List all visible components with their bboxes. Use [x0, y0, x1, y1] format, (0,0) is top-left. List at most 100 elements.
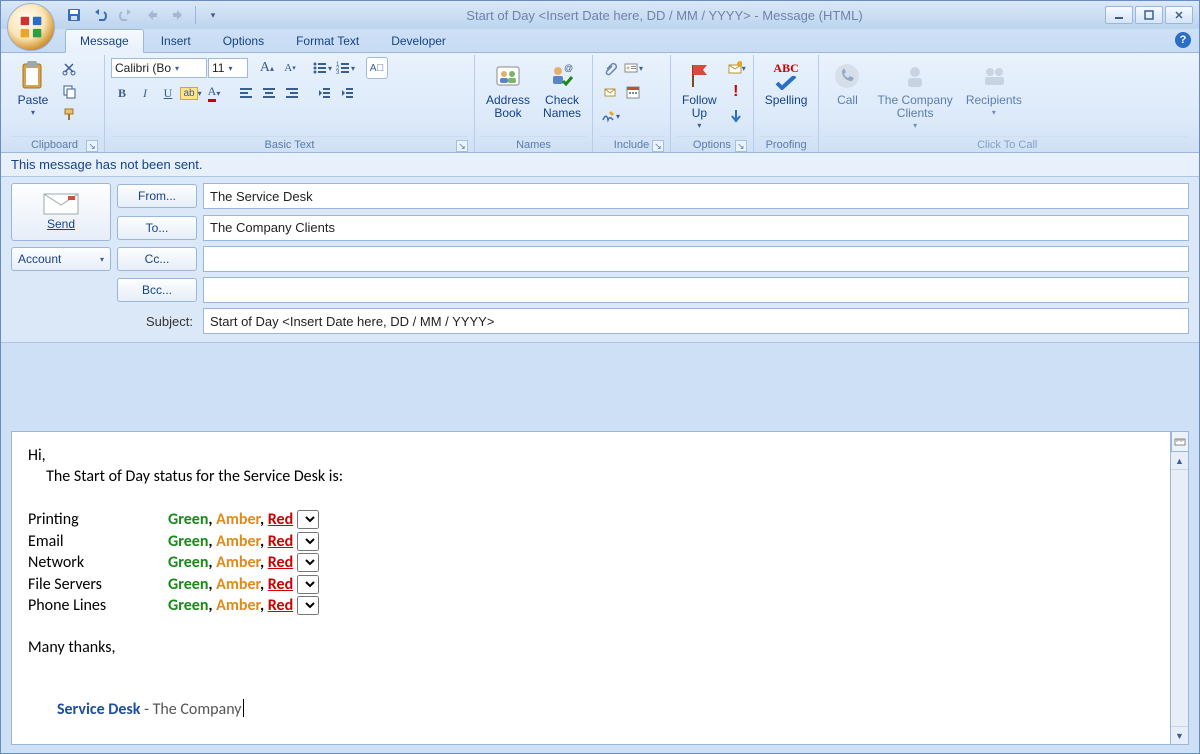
- group-label-basic-text: Basic Text ↘: [111, 136, 468, 152]
- high-importance-icon[interactable]: !: [725, 81, 747, 103]
- rag-label: Email: [28, 531, 168, 553]
- clear-formatting-icon[interactable]: A⃠: [366, 57, 388, 79]
- tab-message[interactable]: Message: [65, 29, 144, 53]
- group-proofing: ABC Spelling Proofing: [754, 55, 820, 152]
- follow-up-button[interactable]: Follow Up ▾: [677, 57, 722, 134]
- address-book-button[interactable]: Address Book: [481, 57, 535, 123]
- tab-options[interactable]: Options: [208, 29, 279, 52]
- cc-field[interactable]: [203, 246, 1189, 272]
- save-icon[interactable]: [63, 4, 85, 26]
- grow-font-icon[interactable]: A▴: [256, 57, 278, 79]
- check-names-icon: @: [546, 60, 578, 92]
- low-importance-icon[interactable]: [725, 105, 747, 127]
- attach-item-icon[interactable]: [599, 81, 621, 103]
- group-label-click-to-call: Click To Call: [825, 136, 1189, 152]
- send-label: Send: [47, 217, 75, 231]
- account-button[interactable]: Account▾: [11, 247, 111, 271]
- italic-button[interactable]: I: [134, 82, 156, 104]
- options-dialog-launcher[interactable]: ↘: [735, 140, 747, 152]
- rag-label: File Servers: [28, 574, 168, 596]
- title-bar: ▾ Start of Day <Insert Date here, DD / M…: [1, 1, 1199, 29]
- numbering-icon[interactable]: 123▾: [334, 57, 356, 79]
- font-color-button[interactable]: A▾: [203, 82, 225, 104]
- bold-button[interactable]: B: [111, 82, 133, 104]
- cc-button[interactable]: Cc...: [117, 247, 197, 271]
- ruler-toggle-icon[interactable]: [1171, 432, 1189, 452]
- message-header: Send From... The Service Desk To... The …: [1, 177, 1199, 343]
- business-card-icon[interactable]: ▾: [622, 57, 644, 79]
- align-right-icon[interactable]: [281, 82, 303, 104]
- message-body[interactable]: Hi, The Start of Day status for the Serv…: [11, 431, 1171, 745]
- clipboard-dialog-launcher[interactable]: ↘: [86, 140, 98, 152]
- vertical-scrollbar[interactable]: ▲ ▼: [1171, 431, 1189, 745]
- basic-text-dialog-launcher[interactable]: ↘: [456, 140, 468, 152]
- calendar-icon[interactable]: [622, 81, 644, 103]
- to-field[interactable]: The Company Clients: [203, 215, 1189, 241]
- flag-icon: [683, 60, 715, 92]
- tab-format-text[interactable]: Format Text: [281, 29, 374, 52]
- cut-icon[interactable]: [58, 57, 80, 79]
- to-button[interactable]: To...: [117, 216, 197, 240]
- rag-row: EmailGreen, Amber, Red: [28, 531, 1154, 553]
- font-size-combo[interactable]: 11▾: [208, 58, 248, 78]
- from-button[interactable]: From...: [117, 184, 197, 208]
- highlight-button[interactable]: ab▾: [180, 82, 202, 104]
- increase-indent-icon[interactable]: [336, 82, 358, 104]
- recipients-button[interactable]: Recipients ▾: [961, 57, 1027, 121]
- group-names: Address Book @ Check Names Names: [475, 55, 593, 152]
- tab-developer[interactable]: Developer: [376, 29, 461, 52]
- undo-icon[interactable]: [89, 4, 111, 26]
- spelling-button[interactable]: ABC Spelling: [760, 57, 813, 110]
- check-names-button[interactable]: @ Check Names: [538, 57, 586, 123]
- redo-icon[interactable]: [115, 4, 137, 26]
- include-dialog-launcher[interactable]: ↘: [652, 140, 664, 152]
- group-label-include: Include ↘: [599, 136, 664, 152]
- attach-file-icon[interactable]: [599, 57, 621, 79]
- maximize-button[interactable]: [1135, 6, 1163, 24]
- subject-field[interactable]: Start of Day <Insert Date here, DD / MM …: [203, 308, 1189, 334]
- font-family-combo[interactable]: Calibri (Bo▾: [111, 58, 207, 78]
- send-button[interactable]: Send: [11, 183, 111, 241]
- company-icon: [899, 60, 931, 92]
- body-area: Hi, The Start of Day status for the Serv…: [11, 431, 1189, 745]
- align-center-icon[interactable]: [258, 82, 280, 104]
- group-options: Follow Up ▾ ▾ ! Options ↘: [671, 55, 754, 152]
- permission-icon[interactable]: ▾: [725, 57, 747, 79]
- rag-values: Green, Amber, Red: [168, 595, 319, 617]
- paste-button[interactable]: Paste ▾: [11, 57, 55, 121]
- scroll-down-icon[interactable]: ▼: [1171, 726, 1188, 744]
- group-label-names: Names: [481, 136, 586, 152]
- message-window: ▾ Start of Day <Insert Date here, DD / M…: [0, 0, 1200, 754]
- rag-values: Green, Amber, Red: [168, 509, 319, 531]
- from-field[interactable]: The Service Desk: [203, 183, 1189, 209]
- underline-button[interactable]: U: [157, 82, 179, 104]
- close-button[interactable]: [1165, 6, 1193, 24]
- call-button[interactable]: Call: [825, 57, 869, 110]
- bcc-field[interactable]: [203, 277, 1189, 303]
- shrink-font-icon[interactable]: A▾: [279, 57, 301, 79]
- prev-item-icon[interactable]: [141, 4, 163, 26]
- align-left-icon[interactable]: [235, 82, 257, 104]
- help-icon[interactable]: ?: [1175, 32, 1191, 48]
- bullets-icon[interactable]: ▾: [311, 57, 333, 79]
- signature-icon[interactable]: ▾: [599, 105, 621, 127]
- decrease-indent-icon[interactable]: [313, 82, 335, 104]
- rag-label: Network: [28, 552, 168, 574]
- copy-icon[interactable]: [58, 80, 80, 102]
- window-title: Start of Day <Insert Date here, DD / MM …: [224, 8, 1105, 23]
- call-label: Call: [837, 94, 858, 107]
- address-book-icon: [492, 60, 524, 92]
- intro-line: The Start of Day status for the Service …: [28, 467, 1154, 486]
- scroll-up-icon[interactable]: ▲: [1171, 452, 1188, 470]
- bcc-button[interactable]: Bcc...: [117, 278, 197, 302]
- company-clients-button[interactable]: The Company Clients ▾: [872, 57, 957, 134]
- tab-insert[interactable]: Insert: [146, 29, 206, 52]
- clipboard-icon: [17, 60, 49, 92]
- office-button[interactable]: [7, 3, 55, 51]
- group-label-proofing: Proofing: [760, 136, 813, 152]
- format-painter-icon[interactable]: [58, 103, 80, 125]
- minimize-button[interactable]: [1105, 6, 1133, 24]
- qat-customize-icon[interactable]: ▾: [202, 4, 224, 26]
- envelope-icon: [43, 193, 79, 215]
- next-item-icon[interactable]: [167, 4, 189, 26]
